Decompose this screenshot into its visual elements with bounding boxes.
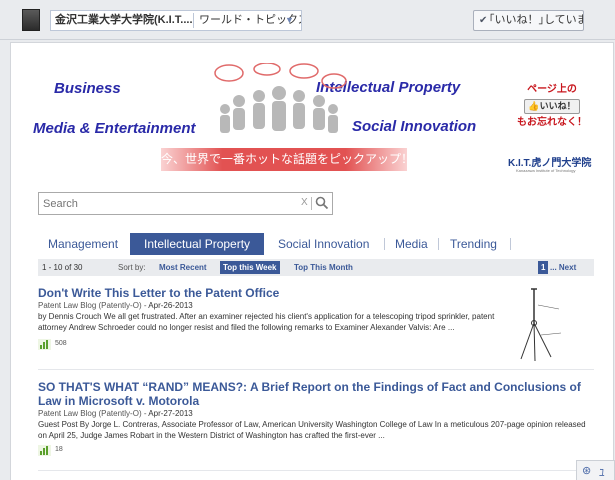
tab-separator bbox=[510, 238, 511, 250]
promo-like-label: いいね！ bbox=[539, 101, 576, 111]
article-summary: Guest Post By Jorge L. Contreras, Associ… bbox=[38, 420, 586, 440]
article-title[interactable]: Don't Write This Letter to the Patent Of… bbox=[38, 286, 498, 300]
banner-social-innovation: Social Innovation bbox=[352, 118, 477, 135]
tab-management[interactable]: Management bbox=[48, 233, 118, 255]
liked-button[interactable]: ✔ ｢いいね！｣しています bbox=[473, 10, 584, 31]
banner-business: Business bbox=[54, 80, 121, 97]
globe-icon[interactable]: ⊛ bbox=[582, 464, 591, 477]
bar-chart-icon bbox=[38, 444, 51, 456]
page-logo[interactable] bbox=[22, 9, 40, 31]
search-box: X bbox=[38, 192, 333, 215]
page-number[interactable]: 1 bbox=[538, 261, 549, 274]
article-title[interactable]: SO THAT'S WHAT “RAND” MEANS?: A Brief Re… bbox=[38, 380, 594, 408]
tab-separator bbox=[438, 238, 439, 250]
kit-logo-subtitle: Kanazawa Institute of Technology bbox=[516, 168, 576, 173]
promo-bottom: もお忘れなく！ bbox=[517, 117, 587, 128]
tab-separator bbox=[384, 238, 385, 250]
article-source: Patent Law Blog (Patently-O) - Apr-27-20… bbox=[38, 409, 193, 418]
chat-dock: ⊛ ﾕ bbox=[576, 460, 615, 480]
liked-label: ｢いいね！｣しています bbox=[489, 14, 583, 26]
sort-top-this-month[interactable]: Top This Month bbox=[294, 259, 353, 276]
share-count-value: 508 bbox=[55, 340, 67, 347]
kit-logo: K.I.T.虎ノ門大学院 bbox=[508, 158, 592, 169]
divider bbox=[193, 13, 194, 28]
article-thumbnail[interactable] bbox=[507, 283, 575, 363]
article-item: SO THAT'S WHAT “RAND” MEANS?: A Brief Re… bbox=[38, 380, 594, 456]
org-name: 金沢工業大学大学院(K.I.T.... bbox=[55, 14, 193, 26]
divider bbox=[38, 369, 594, 370]
chevron-down-icon: ▼ bbox=[285, 15, 294, 25]
clear-search-icon[interactable]: X bbox=[301, 197, 308, 208]
share-count: 18 bbox=[38, 444, 594, 456]
article-date: Apr-26-2013 bbox=[148, 301, 193, 310]
article-source-name[interactable]: Patent Law Blog (Patently-O) bbox=[38, 301, 142, 310]
article-summary: by Dennis Crouch We all get frustrated. … bbox=[38, 312, 495, 332]
tab-social-innovation[interactable]: Social Innovation bbox=[278, 233, 369, 255]
promo-like-button: 👍いいね！ bbox=[524, 99, 580, 114]
divider bbox=[38, 470, 594, 471]
share-count-value: 18 bbox=[55, 446, 63, 453]
main-panel: Business Intellectual Property Media & E… bbox=[10, 42, 614, 480]
page-header: 金沢工業大学大学院(K.I.T.... ワールド・トピックス ▼ ✔ ｢いいね！… bbox=[0, 0, 615, 40]
category-tabs: Management Intellectual Property Social … bbox=[38, 233, 598, 255]
friends-icon[interactable]: ﾕ bbox=[599, 464, 605, 480]
banner: Business Intellectual Property Media & E… bbox=[11, 43, 613, 183]
search-input[interactable] bbox=[39, 193, 289, 214]
bar-chart-icon bbox=[38, 338, 51, 350]
page-tab-selector[interactable]: 金沢工業大学大学院(K.I.T.... ワールド・トピックス ▼ bbox=[50, 10, 302, 31]
results-bar: 1 - 10 of 30 Sort by: Most Recent Top th… bbox=[38, 259, 594, 276]
next-page-link[interactable]: ... Next bbox=[550, 259, 576, 276]
sort-top-this-week[interactable]: Top this Week bbox=[220, 261, 280, 274]
article-date: Apr-27-2013 bbox=[148, 409, 193, 418]
sort-most-recent[interactable]: Most Recent bbox=[159, 259, 207, 276]
results-count: 1 - 10 of 30 bbox=[42, 263, 83, 272]
banner-media-entertainment: Media & Entertainment bbox=[33, 120, 196, 137]
tab-media[interactable]: Media bbox=[395, 233, 428, 255]
tab-intellectual-property[interactable]: Intellectual Property bbox=[130, 233, 265, 255]
banner-tagline: 今、世界で一番ホットな話題をピックアップ！ bbox=[161, 148, 413, 171]
check-icon: ✔ bbox=[479, 15, 488, 26]
search-icon[interactable] bbox=[315, 196, 329, 210]
like-promo: ページ上の 👍いいね！ もお忘れなく！ bbox=[516, 83, 588, 130]
divider bbox=[311, 197, 312, 210]
tab-trending[interactable]: Trending bbox=[450, 233, 497, 255]
sort-by-label: Sort by: bbox=[118, 263, 146, 272]
article-source-name[interactable]: Patent Law Blog (Patently-O) bbox=[38, 409, 142, 418]
people-illustration bbox=[214, 63, 347, 133]
promo-top: ページ上の bbox=[527, 84, 577, 95]
